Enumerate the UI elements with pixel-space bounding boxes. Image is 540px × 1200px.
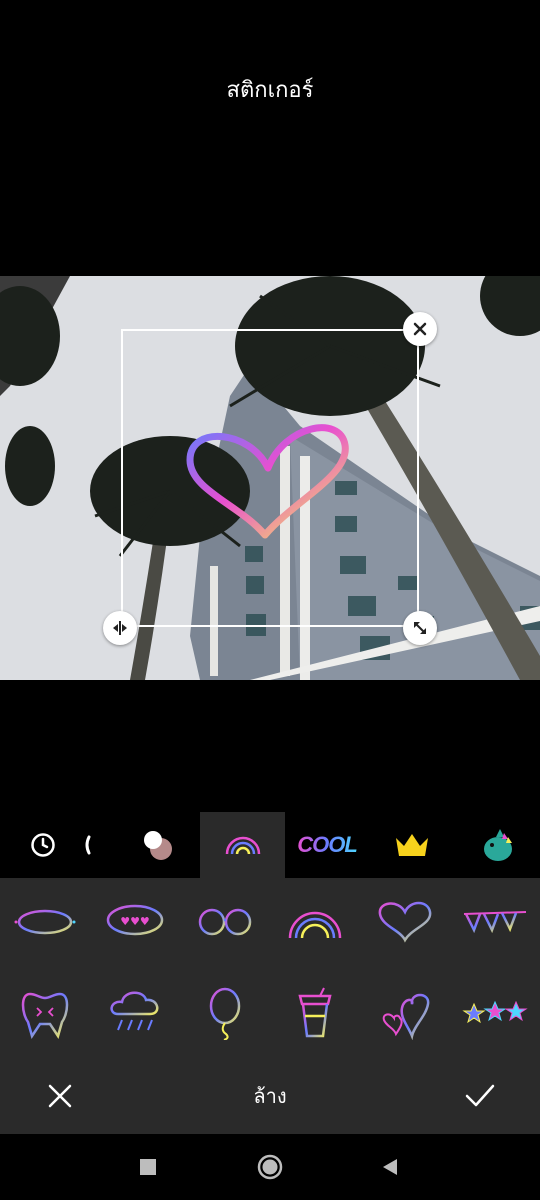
sticker-delete-button[interactable] [403,312,437,346]
tab-dino[interactable] [462,812,534,878]
svg-text:♥♥♥: ♥♥♥ [120,915,150,928]
color-blobs-icon [144,831,172,860]
close-icon [48,1084,72,1108]
tab-partial[interactable] [76,812,100,878]
square-icon [140,1159,156,1175]
page-title: สติกเกอร์ [226,78,314,103]
sticker-rain-cloud[interactable] [95,982,175,1042]
sticker-bunting-flags[interactable] [455,892,535,952]
tab-rainbow[interactable] [200,812,285,878]
sticker-heart-speech-bubble[interactable]: ♥♥♥ [95,892,175,952]
recents-button[interactable] [133,1152,163,1182]
sticker-ellipse-sparkle[interactable] [5,892,85,952]
confirm-button[interactable] [460,1076,500,1116]
crown-icon [396,834,428,856]
clock-icon [31,833,55,857]
sticker-rainbow[interactable] [275,892,355,952]
resize-icon [414,622,426,634]
tab-crown[interactable] [374,812,450,878]
clear-button[interactable]: ล้าง [220,1080,320,1112]
sticker-coffee-cup[interactable] [275,982,355,1042]
cool-label: COOL [297,832,358,857]
sticker-balloon[interactable] [185,982,265,1042]
dinosaur-icon [484,829,512,861]
system-navigation-bar [0,1134,540,1200]
sticker-resize-handle[interactable] [403,611,437,645]
action-bar: ล้าง [0,1056,540,1134]
back-button[interactable] [375,1152,405,1182]
check-icon [465,1084,495,1107]
sticker-stars[interactable] [455,982,535,1042]
cancel-button[interactable] [40,1076,80,1116]
sticker-editor-screen: สติกเกอร์ COOL ♥♥♥ ล้าง [0,0,540,1200]
sticker-category-tabs: COOL [0,812,540,878]
sticker-glasses[interactable] [185,892,265,952]
heart-sticker[interactable] [180,420,360,550]
home-circle-icon [257,1154,283,1180]
sticker-hearts[interactable] [365,982,445,1042]
partial-icon [85,835,91,855]
rainbow-icon [225,836,260,855]
back-triangle-icon [383,1159,397,1175]
tab-cool[interactable]: COOL [290,812,364,878]
sticker-heart[interactable] [365,892,445,952]
tab-blobs[interactable] [120,812,196,878]
flip-horizontal-icon [113,621,127,635]
home-button[interactable] [255,1152,285,1182]
sticker-tooth[interactable] [5,982,85,1042]
sticker-flip-button[interactable] [103,611,137,645]
tab-recent[interactable] [20,812,66,878]
close-icon [413,322,427,336]
